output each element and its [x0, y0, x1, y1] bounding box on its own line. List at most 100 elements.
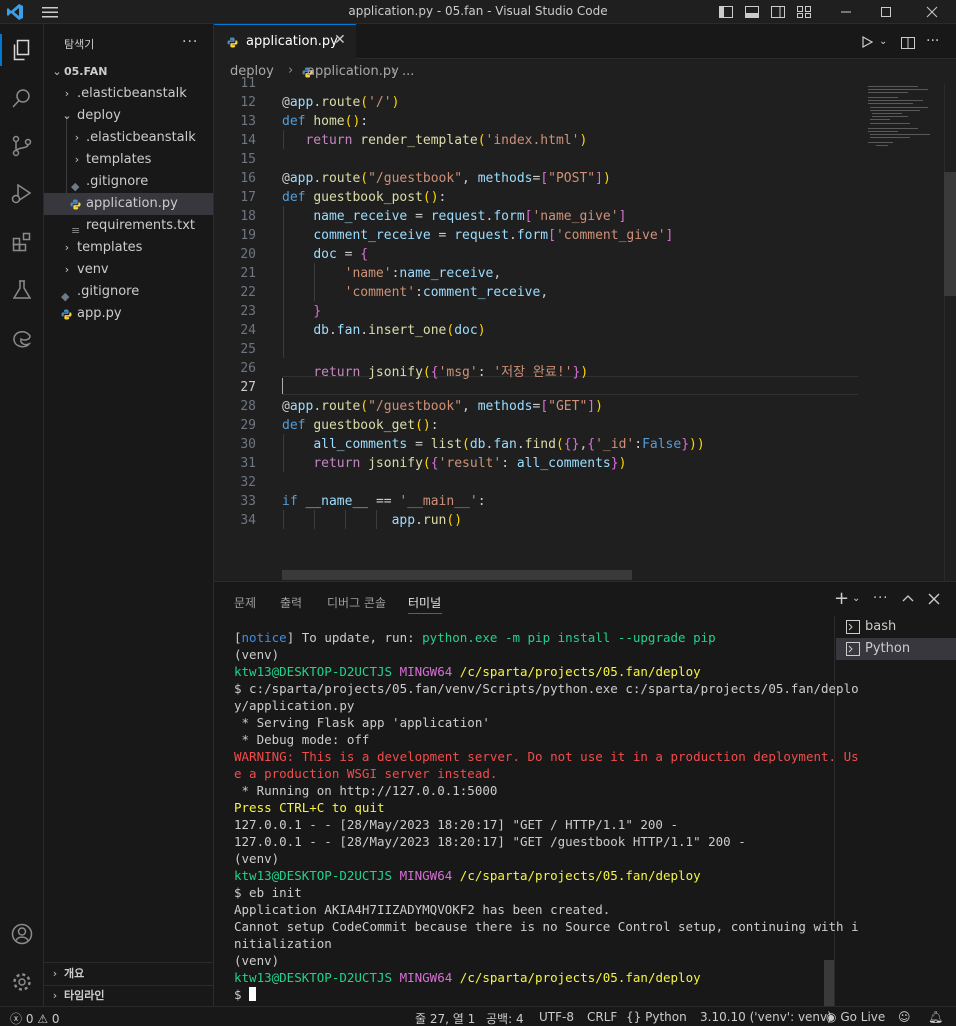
testing-icon[interactable]	[0, 270, 44, 310]
line-number: 12	[240, 95, 256, 110]
notifications-bell-icon[interactable]: 🔔︎	[928, 1010, 943, 1024]
close-window-icon[interactable]	[924, 4, 940, 24]
terminal-dropdown-icon[interactable]: ⌄	[852, 593, 860, 604]
explorer-more-icon[interactable]: ···	[182, 34, 198, 50]
indentation[interactable]: 공백: 4	[486, 1010, 524, 1026]
toggle-primary-sidebar-icon[interactable]	[718, 4, 734, 24]
minimap[interactable]	[866, 84, 942, 154]
code-line: 'comment':comment_receive,	[344, 285, 549, 300]
split-editor-icon[interactable]	[900, 35, 916, 55]
line-number: 26	[240, 361, 256, 376]
accounts-icon[interactable]	[0, 914, 44, 954]
problems-indicator[interactable]: ⓧ 0 ⚠ 0	[10, 1010, 60, 1026]
explorer-icon[interactable]	[0, 30, 44, 70]
tree-item-templates-root[interactable]: › templates	[44, 237, 213, 259]
new-terminal-icon[interactable]: +	[834, 588, 849, 609]
text-cursor	[282, 378, 283, 394]
tab-application-py[interactable]: application.py ✕	[214, 24, 356, 60]
chevron-right-icon: ›	[288, 63, 294, 78]
python-interpreter[interactable]: 3.10.10 ('venv': venv)	[700, 1010, 832, 1024]
chevron-down-icon: ⌄	[52, 65, 62, 78]
run-debug-icon[interactable]	[0, 174, 44, 214]
run-python-file-icon[interactable]	[860, 34, 874, 54]
tree-item-label: templates	[77, 240, 143, 255]
toggle-secondary-sidebar-icon[interactable]	[770, 4, 786, 24]
terminal-line: * Serving Flask app 'application'	[234, 715, 490, 730]
extensions-icon[interactable]	[0, 222, 44, 262]
panel-more-icon[interactable]: ···	[873, 591, 888, 606]
chevron-right-icon: ›	[74, 153, 80, 166]
tree-item-app-py[interactable]: app.py	[44, 303, 213, 325]
error-icon: ⓧ	[10, 1012, 23, 1026]
horizontal-scrollbar-thumb[interactable]	[282, 570, 632, 580]
terminal-line: * Running on http://127.0.0.1:5000	[234, 783, 498, 798]
chevron-right-icon: ›	[74, 131, 80, 144]
tab-terminal[interactable]: 터미널	[408, 594, 441, 611]
tab-debug-console[interactable]: 디버그 콘솔	[327, 594, 386, 611]
timeline-section[interactable]: › 타임라인	[44, 985, 213, 1007]
scrollbar-track	[944, 84, 945, 581]
close-tab-icon[interactable]: ✕	[334, 32, 346, 48]
toggle-panel-icon[interactable]	[744, 4, 760, 24]
line-number: 23	[240, 304, 256, 319]
line-number: 15	[240, 152, 256, 167]
tree-item-deploy[interactable]: ⌄ deploy	[44, 105, 213, 127]
tree-item-label: venv	[77, 262, 109, 277]
tab-output[interactable]: 출력	[280, 594, 302, 611]
outline-section[interactable]: › 개요	[44, 963, 213, 985]
terminal-prompt: ktw13@DESKTOP-D2UCTJS MINGW64 /c/sparta/…	[234, 970, 701, 985]
tree-item-label: .gitignore	[77, 284, 140, 299]
tree-item-application-py[interactable]: application.py	[44, 193, 213, 215]
end-of-line[interactable]: CRLF	[587, 1010, 617, 1024]
code-line: def guestbook_get():	[282, 418, 439, 433]
manage-gear-icon[interactable]	[0, 962, 44, 1002]
editor-more-icon[interactable]: ···	[926, 33, 939, 49]
tab-problems[interactable]: 문제	[234, 594, 256, 611]
chevron-right-icon: ›	[64, 241, 70, 254]
close-panel-icon[interactable]	[927, 592, 941, 610]
code-line: app.run()	[391, 513, 463, 528]
tree-item-gitignore-deploy[interactable]: ◆ .gitignore	[44, 171, 213, 193]
tree-item-elasticbeanstalk-deploy[interactable]: › .elasticbeanstalk	[44, 127, 213, 149]
tree-item-label: deploy	[77, 108, 121, 123]
encoding[interactable]: UTF-8	[539, 1010, 574, 1024]
code-editor[interactable]: 11 12 @app.route('/') 13 def home(): 14 retur…	[214, 76, 956, 581]
terminal-prompt: ktw13@DESKTOP-D2UCTJS MINGW64 /c/sparta/…	[234, 868, 701, 883]
status-bar: ⓧ 0 ⚠ 0 줄 27, 열 1 공백: 4 UTF-8 CRLF {} Py…	[0, 1006, 956, 1026]
terminal-scrollbar-thumb[interactable]	[824, 960, 834, 1006]
tree-item-templates-deploy[interactable]: › templates	[44, 149, 213, 171]
terminal-item-python[interactable]: Python	[836, 638, 956, 660]
run-dropdown-icon[interactable]: ⌄	[879, 36, 887, 47]
search-icon[interactable]	[0, 78, 44, 118]
breadcrumb-file[interactable]: application.py	[307, 64, 399, 79]
terminal-line: y/application.py	[234, 698, 355, 713]
customize-layout-icon[interactable]	[796, 4, 812, 24]
chevron-right-icon: ›	[64, 263, 70, 276]
explorer-title: 탐색기	[64, 38, 95, 51]
line-number: 28	[240, 399, 256, 414]
line-number: 24	[240, 323, 256, 338]
workspace-root[interactable]: ⌄ 05.FAN	[44, 61, 213, 83]
edge-devtools-icon[interactable]	[0, 318, 44, 358]
python-file-icon	[61, 309, 72, 320]
terminal-input-line: $	[234, 987, 257, 1002]
tree-item-gitignore-root[interactable]: ◆ .gitignore	[44, 281, 213, 303]
breadcrumb-symbol[interactable]: ...	[402, 64, 414, 79]
chevron-right-icon: ›	[391, 63, 397, 78]
cursor-position[interactable]: 줄 27, 열 1	[415, 1010, 475, 1026]
source-control-icon[interactable]	[0, 126, 44, 166]
line-number: 19	[240, 228, 256, 243]
tree-item-requirements[interactable]: ≡ requirements.txt	[44, 215, 213, 237]
window-title: application.py - 05.fan - Visual Studio …	[348, 4, 608, 18]
maximize-panel-icon[interactable]	[901, 592, 915, 610]
tree-item-venv[interactable]: › venv	[44, 259, 213, 281]
braces-icon: {}	[626, 1010, 642, 1024]
feedback-icon[interactable]: ☺	[898, 1010, 911, 1024]
maximize-icon[interactable]	[878, 4, 894, 24]
vertical-scrollbar-thumb[interactable]	[944, 172, 956, 296]
terminal-item-bash[interactable]: bash	[836, 616, 956, 638]
go-live-button[interactable]: ◉ Go Live	[826, 1010, 885, 1024]
language-mode[interactable]: {} Python	[626, 1010, 687, 1024]
tree-item-elasticbeanstalk-root[interactable]: › .elasticbeanstalk	[44, 83, 213, 105]
minimize-icon[interactable]	[838, 4, 854, 24]
